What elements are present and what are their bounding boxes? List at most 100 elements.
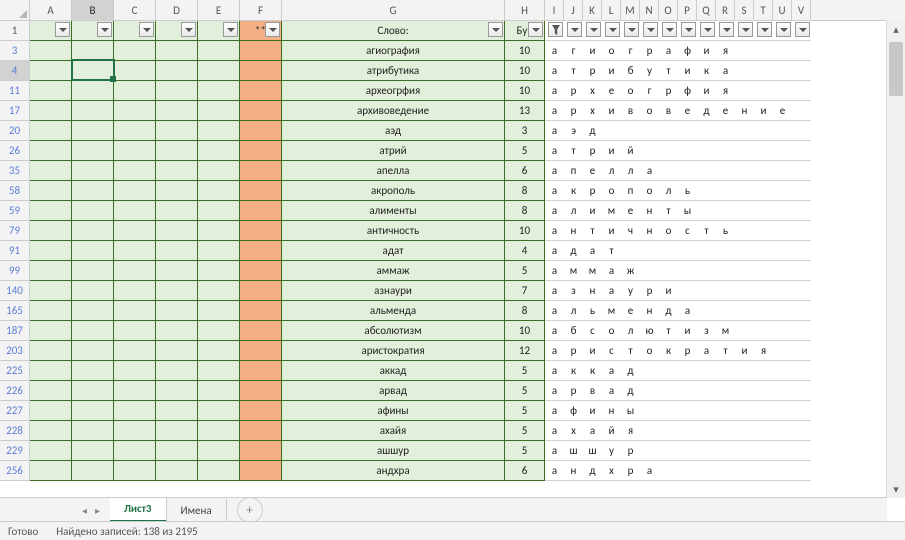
cell-M[interactable]: о — [621, 81, 640, 101]
cell-R[interactable] — [716, 261, 735, 281]
col-header-H[interactable]: H — [505, 0, 545, 20]
cell-F[interactable] — [240, 101, 282, 121]
cell-A[interactable] — [30, 361, 72, 381]
row-header[interactable]: 187 — [0, 321, 30, 341]
cell-B[interactable] — [72, 441, 114, 461]
cell-J[interactable]: н — [564, 461, 583, 481]
cell-R[interactable] — [716, 141, 735, 161]
cell-Q[interactable] — [697, 361, 716, 381]
cell-U[interactable] — [773, 61, 792, 81]
cell-S[interactable] — [735, 321, 754, 341]
cell-D[interactable] — [156, 121, 198, 141]
cell-F[interactable] — [240, 201, 282, 221]
row-header[interactable]: 140 — [0, 281, 30, 301]
cell-T[interactable] — [754, 161, 773, 181]
col-header-J[interactable]: J — [564, 0, 583, 20]
cell-I[interactable]: а — [545, 441, 564, 461]
cell-U[interactable] — [773, 141, 792, 161]
cell-O[interactable] — [659, 461, 678, 481]
cell-L[interactable]: х — [602, 461, 621, 481]
cell-A[interactable] — [30, 41, 72, 61]
cell-E[interactable] — [198, 361, 240, 381]
cell-R[interactable] — [716, 161, 735, 181]
cell-H[interactable]: 10 — [505, 61, 545, 81]
cell-G[interactable]: азнаури — [282, 281, 505, 301]
cell-R[interactable] — [716, 401, 735, 421]
cell-P[interactable] — [678, 141, 697, 161]
cell-Q[interactable] — [697, 401, 716, 421]
filter-button-V[interactable] — [795, 22, 810, 37]
cell-G[interactable]: атрий — [282, 141, 505, 161]
cell-C[interactable] — [114, 341, 156, 361]
cell-D[interactable] — [156, 101, 198, 121]
cell-C[interactable] — [114, 41, 156, 61]
cell-L[interactable]: л — [602, 161, 621, 181]
cell-T[interactable] — [754, 281, 773, 301]
cell-O[interactable]: и — [659, 281, 678, 301]
row-header[interactable]: 203 — [0, 341, 30, 361]
cell-S[interactable] — [735, 121, 754, 141]
cell-A[interactable] — [30, 401, 72, 421]
filter-button-N[interactable] — [643, 22, 658, 37]
cell-G[interactable]: аммаж — [282, 261, 505, 281]
cell-S[interactable] — [735, 161, 754, 181]
cell-A[interactable] — [30, 441, 72, 461]
cell-P[interactable]: ь — [678, 181, 697, 201]
filter-button-S[interactable] — [738, 22, 753, 37]
col-header-T[interactable]: T — [754, 0, 773, 20]
cell-M[interactable]: й — [621, 141, 640, 161]
cell-R[interactable] — [716, 441, 735, 461]
cell-K[interactable]: и — [583, 41, 602, 61]
cell-N[interactable] — [640, 441, 659, 461]
cell-G[interactable]: алименты — [282, 201, 505, 221]
filter-button-G[interactable] — [488, 22, 503, 37]
cell-D[interactable] — [156, 241, 198, 261]
cell-D[interactable] — [156, 261, 198, 281]
cell-T[interactable] — [754, 461, 773, 481]
cell-H[interactable]: 5 — [505, 261, 545, 281]
cell-D[interactable] — [156, 401, 198, 421]
cell-V[interactable] — [792, 301, 811, 321]
cell-O[interactable] — [659, 261, 678, 281]
cell-I[interactable]: а — [545, 281, 564, 301]
cell-K[interactable]: к — [583, 361, 602, 381]
cell-Q[interactable]: к — [697, 61, 716, 81]
cell-M[interactable]: р — [621, 461, 640, 481]
cell-R[interactable] — [716, 301, 735, 321]
cell-K[interactable]: ь — [583, 301, 602, 321]
cell-D[interactable] — [156, 41, 198, 61]
cell-M[interactable]: ж — [621, 261, 640, 281]
cell-S[interactable] — [735, 181, 754, 201]
cell-H[interactable]: 10 — [505, 81, 545, 101]
cell-K[interactable]: р — [583, 141, 602, 161]
cell-I[interactable]: а — [545, 41, 564, 61]
cell-H[interactable]: 10 — [505, 221, 545, 241]
cell-I[interactable]: а — [545, 421, 564, 441]
cell-J[interactable]: ш — [564, 441, 583, 461]
cell-M[interactable]: д — [621, 381, 640, 401]
cell-D[interactable] — [156, 361, 198, 381]
col-header-N[interactable]: N — [640, 0, 659, 20]
cell-N[interactable]: р — [640, 281, 659, 301]
cell-U[interactable] — [773, 121, 792, 141]
cell-H[interactable]: 8 — [505, 301, 545, 321]
cell-U[interactable] — [773, 161, 792, 181]
cell-N[interactable]: а — [640, 461, 659, 481]
cell-P[interactable]: с — [678, 221, 697, 241]
col-header-S[interactable]: S — [735, 0, 754, 20]
cell-V[interactable] — [792, 41, 811, 61]
cell-O[interactable] — [659, 121, 678, 141]
cell-M[interactable]: я — [621, 421, 640, 441]
cell-U[interactable] — [773, 341, 792, 361]
cell-F[interactable] — [240, 241, 282, 261]
cell-G[interactable]: арвад — [282, 381, 505, 401]
row-header[interactable]: 227 — [0, 401, 30, 421]
cell-N[interactable] — [640, 401, 659, 421]
cell-C[interactable] — [114, 441, 156, 461]
cell-L[interactable]: о — [602, 41, 621, 61]
cell-D[interactable] — [156, 181, 198, 201]
cell-S[interactable] — [735, 301, 754, 321]
cell-A[interactable] — [30, 381, 72, 401]
cell-K[interactable]: н — [583, 281, 602, 301]
cell-U[interactable] — [773, 221, 792, 241]
